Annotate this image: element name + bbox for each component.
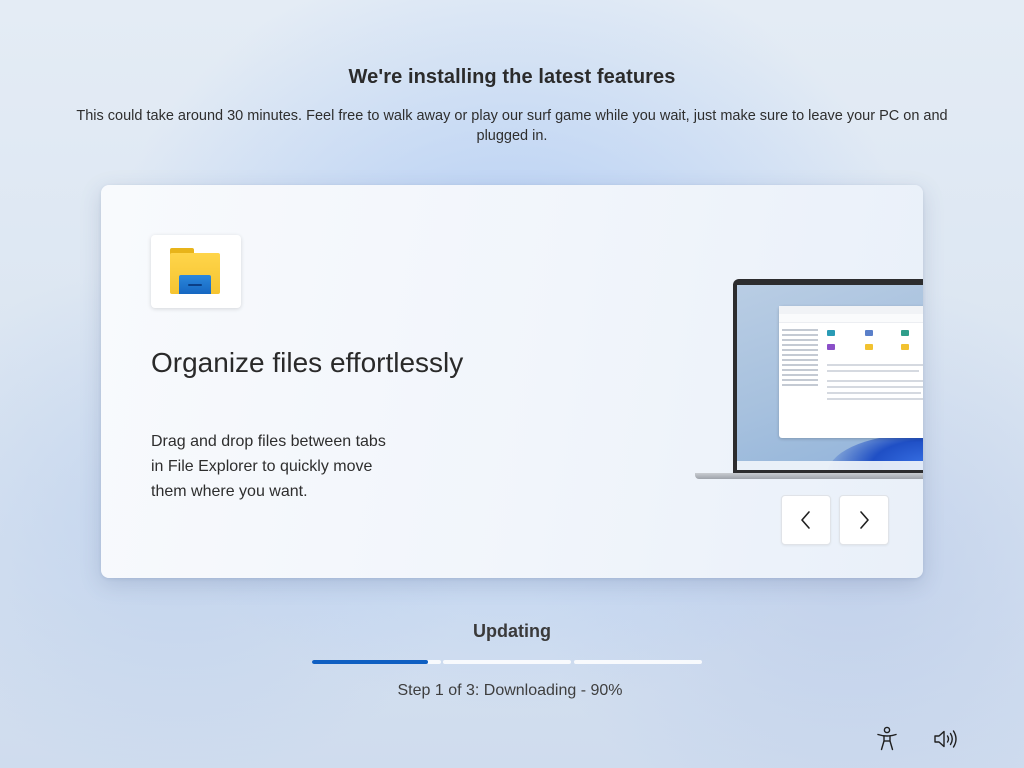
- feature-title: Organize files effortlessly: [151, 347, 464, 378]
- progress-step-3: [574, 660, 702, 664]
- feature-card: Organize files effortlessly Drag and dro…: [101, 185, 923, 578]
- progress-step-1: [312, 660, 441, 664]
- feature-description: Drag and drop files between tabs in File…: [151, 433, 386, 500]
- page-title: We're installing the latest features: [348, 66, 676, 88]
- progress-bar: [312, 660, 702, 665]
- laptop-illustration: [695, 279, 923, 489]
- progress-step-1-fill: [312, 660, 429, 664]
- file-explorer-folder-icon: [170, 248, 222, 294]
- volume-icon: [934, 730, 957, 748]
- next-button[interactable]: [839, 495, 889, 545]
- app-tile: [151, 235, 241, 308]
- progress-step-2: [443, 660, 571, 664]
- status-label: Updating: [473, 621, 551, 641]
- page-subtitle: This could take around 30 minutes. Feel …: [76, 108, 948, 144]
- volume-button[interactable]: [931, 724, 961, 754]
- file-explorer-window-illustration: [779, 306, 923, 438]
- step-status-text: Step 1 of 3: Downloading - 90%: [397, 682, 623, 699]
- accessibility-button[interactable]: [872, 724, 902, 754]
- accessibility-icon: [877, 726, 897, 751]
- chevron-left-icon: [801, 511, 810, 529]
- chevron-right-icon: [860, 511, 869, 529]
- previous-button[interactable]: [781, 495, 831, 545]
